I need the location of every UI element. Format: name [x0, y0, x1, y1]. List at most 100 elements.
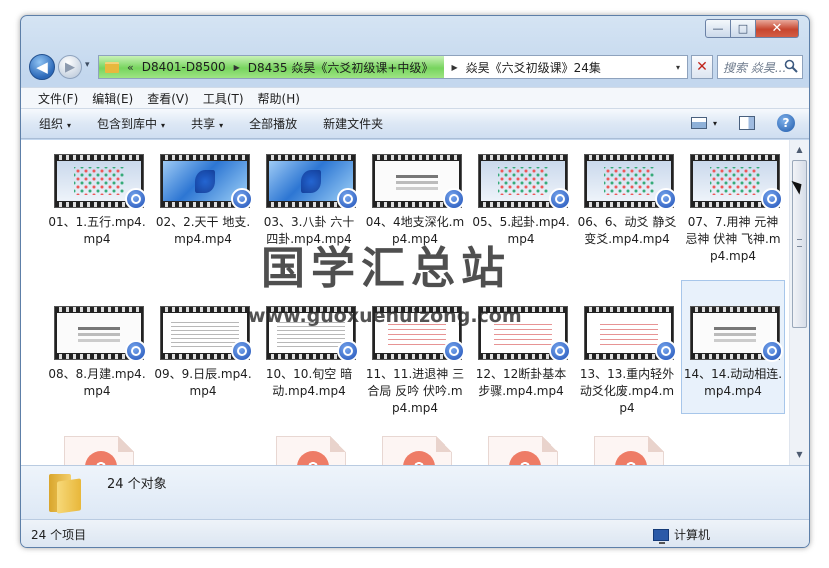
chevron-right-icon[interactable]: ▶ — [231, 63, 243, 72]
film-reel-icon — [403, 451, 435, 465]
details-pane: 24 个对象 — [21, 465, 809, 519]
help-icon[interactable]: ? — [777, 114, 795, 132]
file-name: 13、13.重内轻外 动爻化废.mp4.mp4 — [579, 367, 675, 415]
search-input[interactable]: 搜索 焱昊... — [717, 55, 803, 79]
organize-button[interactable]: 组织 ▾ — [39, 115, 71, 132]
media-player-icon — [125, 188, 147, 210]
media-player-icon — [337, 188, 359, 210]
breadcrumb-segment[interactable]: D8401-D8500 — [137, 60, 231, 74]
new-folder-button[interactable]: 新建文件夹 — [323, 115, 383, 132]
watermark-url: www.guoxuehuizong.com — [248, 305, 522, 327]
media-player-ring — [661, 346, 671, 356]
overflow-icon[interactable]: « — [124, 61, 137, 74]
video-file-icon — [276, 436, 346, 465]
chevron-down-icon: ▾ — [161, 121, 166, 130]
media-player-icon — [231, 340, 253, 362]
grip-icon — [797, 239, 802, 247]
file-name: 11、11.进退神 三合局 反吟 伏吟.mp4.mp4 — [365, 367, 465, 415]
status-bar: 24 个项目 计算机 — [21, 519, 809, 547]
breadcrumb-segment[interactable]: D8435 焱昊《六爻初级课+中级》 — [243, 59, 439, 76]
include-label: 包含到库中 — [97, 117, 158, 131]
media-player-icon — [761, 340, 783, 362]
media-player-ring — [237, 346, 247, 356]
film-reel-icon — [509, 451, 541, 465]
video-file-icon — [64, 436, 134, 465]
media-player-ring — [449, 346, 459, 356]
media-player-ring — [555, 346, 565, 356]
menu-bar: 文件(F) 编辑(E) 查看(V) 工具(T) 帮助(H) — [21, 87, 809, 109]
video-file-icon — [382, 436, 452, 465]
menu-tools[interactable]: 工具(T) — [198, 90, 253, 107]
share-button[interactable]: 共享 ▾ — [191, 115, 223, 132]
media-player-icon — [761, 188, 783, 210]
status-item-count: 24 个项目 — [31, 528, 87, 542]
media-player-ring — [555, 194, 565, 204]
watermark-title: 国学汇总站 — [261, 243, 511, 294]
navigation-bar: ◀ ▶ ▾ « D8401-D8500 ▶ D8435 焱昊《六爻初级课+中级》… — [27, 52, 803, 82]
preview-pane-icon[interactable] — [739, 116, 755, 130]
menu-file[interactable]: 文件(F) — [33, 90, 87, 107]
search-placeholder: 搜索 焱昊... — [723, 60, 787, 75]
file-name: 07、7.用神 元神 忌神 伏神 飞神.mp4.mp4 — [685, 215, 781, 263]
folder-front — [57, 478, 81, 514]
maximize-button[interactable]: □ — [731, 19, 756, 38]
media-player-ring — [131, 346, 141, 356]
status-location: 计算机 — [653, 526, 710, 544]
search-icon[interactable] — [784, 59, 798, 73]
clear-address-button[interactable]: ✕ — [691, 55, 713, 79]
scroll-up-icon[interactable]: ▲ — [792, 142, 807, 158]
media-player-icon — [655, 340, 677, 362]
file-name: 10、10.旬空 暗动.mp4.mp4 — [265, 367, 353, 398]
item-count-summary: 24 个对象 — [107, 477, 167, 492]
film-reel-icon — [615, 451, 647, 465]
media-player-icon — [443, 188, 465, 210]
back-button[interactable]: ◀ — [29, 54, 55, 80]
file-name: 08、8.月建.mp4.mp4 — [48, 367, 146, 398]
menu-help[interactable]: 帮助(H) — [253, 90, 309, 107]
play-all-button[interactable]: 全部播放 — [249, 115, 297, 132]
command-bar: 组织 ▾ 包含到库中 ▾ 共享 ▾ 全部播放 新建文件夹 ▾ ? — [21, 109, 809, 139]
address-bar[interactable]: « D8401-D8500 ▶ D8435 焱昊《六爻初级课+中级》 ▶ 焱昊《… — [98, 55, 688, 79]
recent-pages-dropdown[interactable]: ▾ — [85, 60, 90, 70]
file-name: 14、14.动动相连.mp4.mp4 — [683, 367, 783, 398]
scroll-down-icon[interactable]: ▼ — [792, 447, 807, 463]
file-name: 02、2.天干 地支.mp4.mp4 — [155, 215, 251, 246]
media-player-ring — [767, 194, 777, 204]
file-list-view[interactable]: 01、1.五行.mp4.mp4 02、2.天干 地支.mp4.mp4 03、3.… — [21, 140, 789, 465]
forward-button[interactable]: ▶ — [58, 55, 82, 79]
caption-buttons: — □ ✕ — [705, 19, 799, 38]
close-button[interactable]: ✕ — [756, 19, 799, 38]
chevron-down-icon: ▾ — [67, 121, 72, 130]
media-player-ring — [237, 194, 247, 204]
media-player-ring — [343, 346, 353, 356]
menu-view[interactable]: 查看(V) — [142, 90, 198, 107]
breadcrumb-segment-current[interactable]: 焱昊《六爻初级课》24集 — [461, 59, 606, 76]
media-player-ring — [449, 194, 459, 204]
media-player-icon — [655, 188, 677, 210]
media-player-icon — [443, 340, 465, 362]
file-name: 12、12断卦基本步骤.mp4.mp4 — [475, 367, 567, 398]
media-player-ring — [767, 346, 777, 356]
organize-label: 组织 — [39, 117, 64, 131]
chevron-right-icon[interactable]: ▶ — [448, 63, 460, 72]
address-breadcrumb: « D8401-D8500 ▶ D8435 焱昊《六爻初级课+中级》 — [99, 56, 445, 78]
media-player-icon — [549, 188, 571, 210]
video-file-icon — [594, 436, 664, 465]
media-player-ring — [131, 194, 141, 204]
menu-edit[interactable]: 编辑(E) — [87, 90, 142, 107]
film-reel-icon — [297, 451, 329, 465]
include-in-library-button[interactable]: 包含到库中 ▾ — [97, 115, 165, 132]
change-view-icon[interactable] — [690, 117, 707, 129]
media-player-ring — [343, 194, 353, 204]
media-player-ring — [661, 194, 671, 204]
computer-icon — [653, 528, 669, 544]
media-player-icon — [231, 188, 253, 210]
video-file-icon — [488, 436, 558, 465]
minimize-button[interactable]: — — [705, 19, 731, 38]
file-name: 06、6、动爻 静爻 变爻.mp4.mp4 — [577, 215, 677, 246]
media-player-icon — [549, 340, 571, 362]
folder-icon — [49, 474, 83, 514]
address-dropdown-icon[interactable]: ▾ — [669, 63, 687, 72]
media-player-icon — [337, 340, 359, 362]
view-dropdown-icon[interactable]: ▾ — [713, 119, 717, 128]
